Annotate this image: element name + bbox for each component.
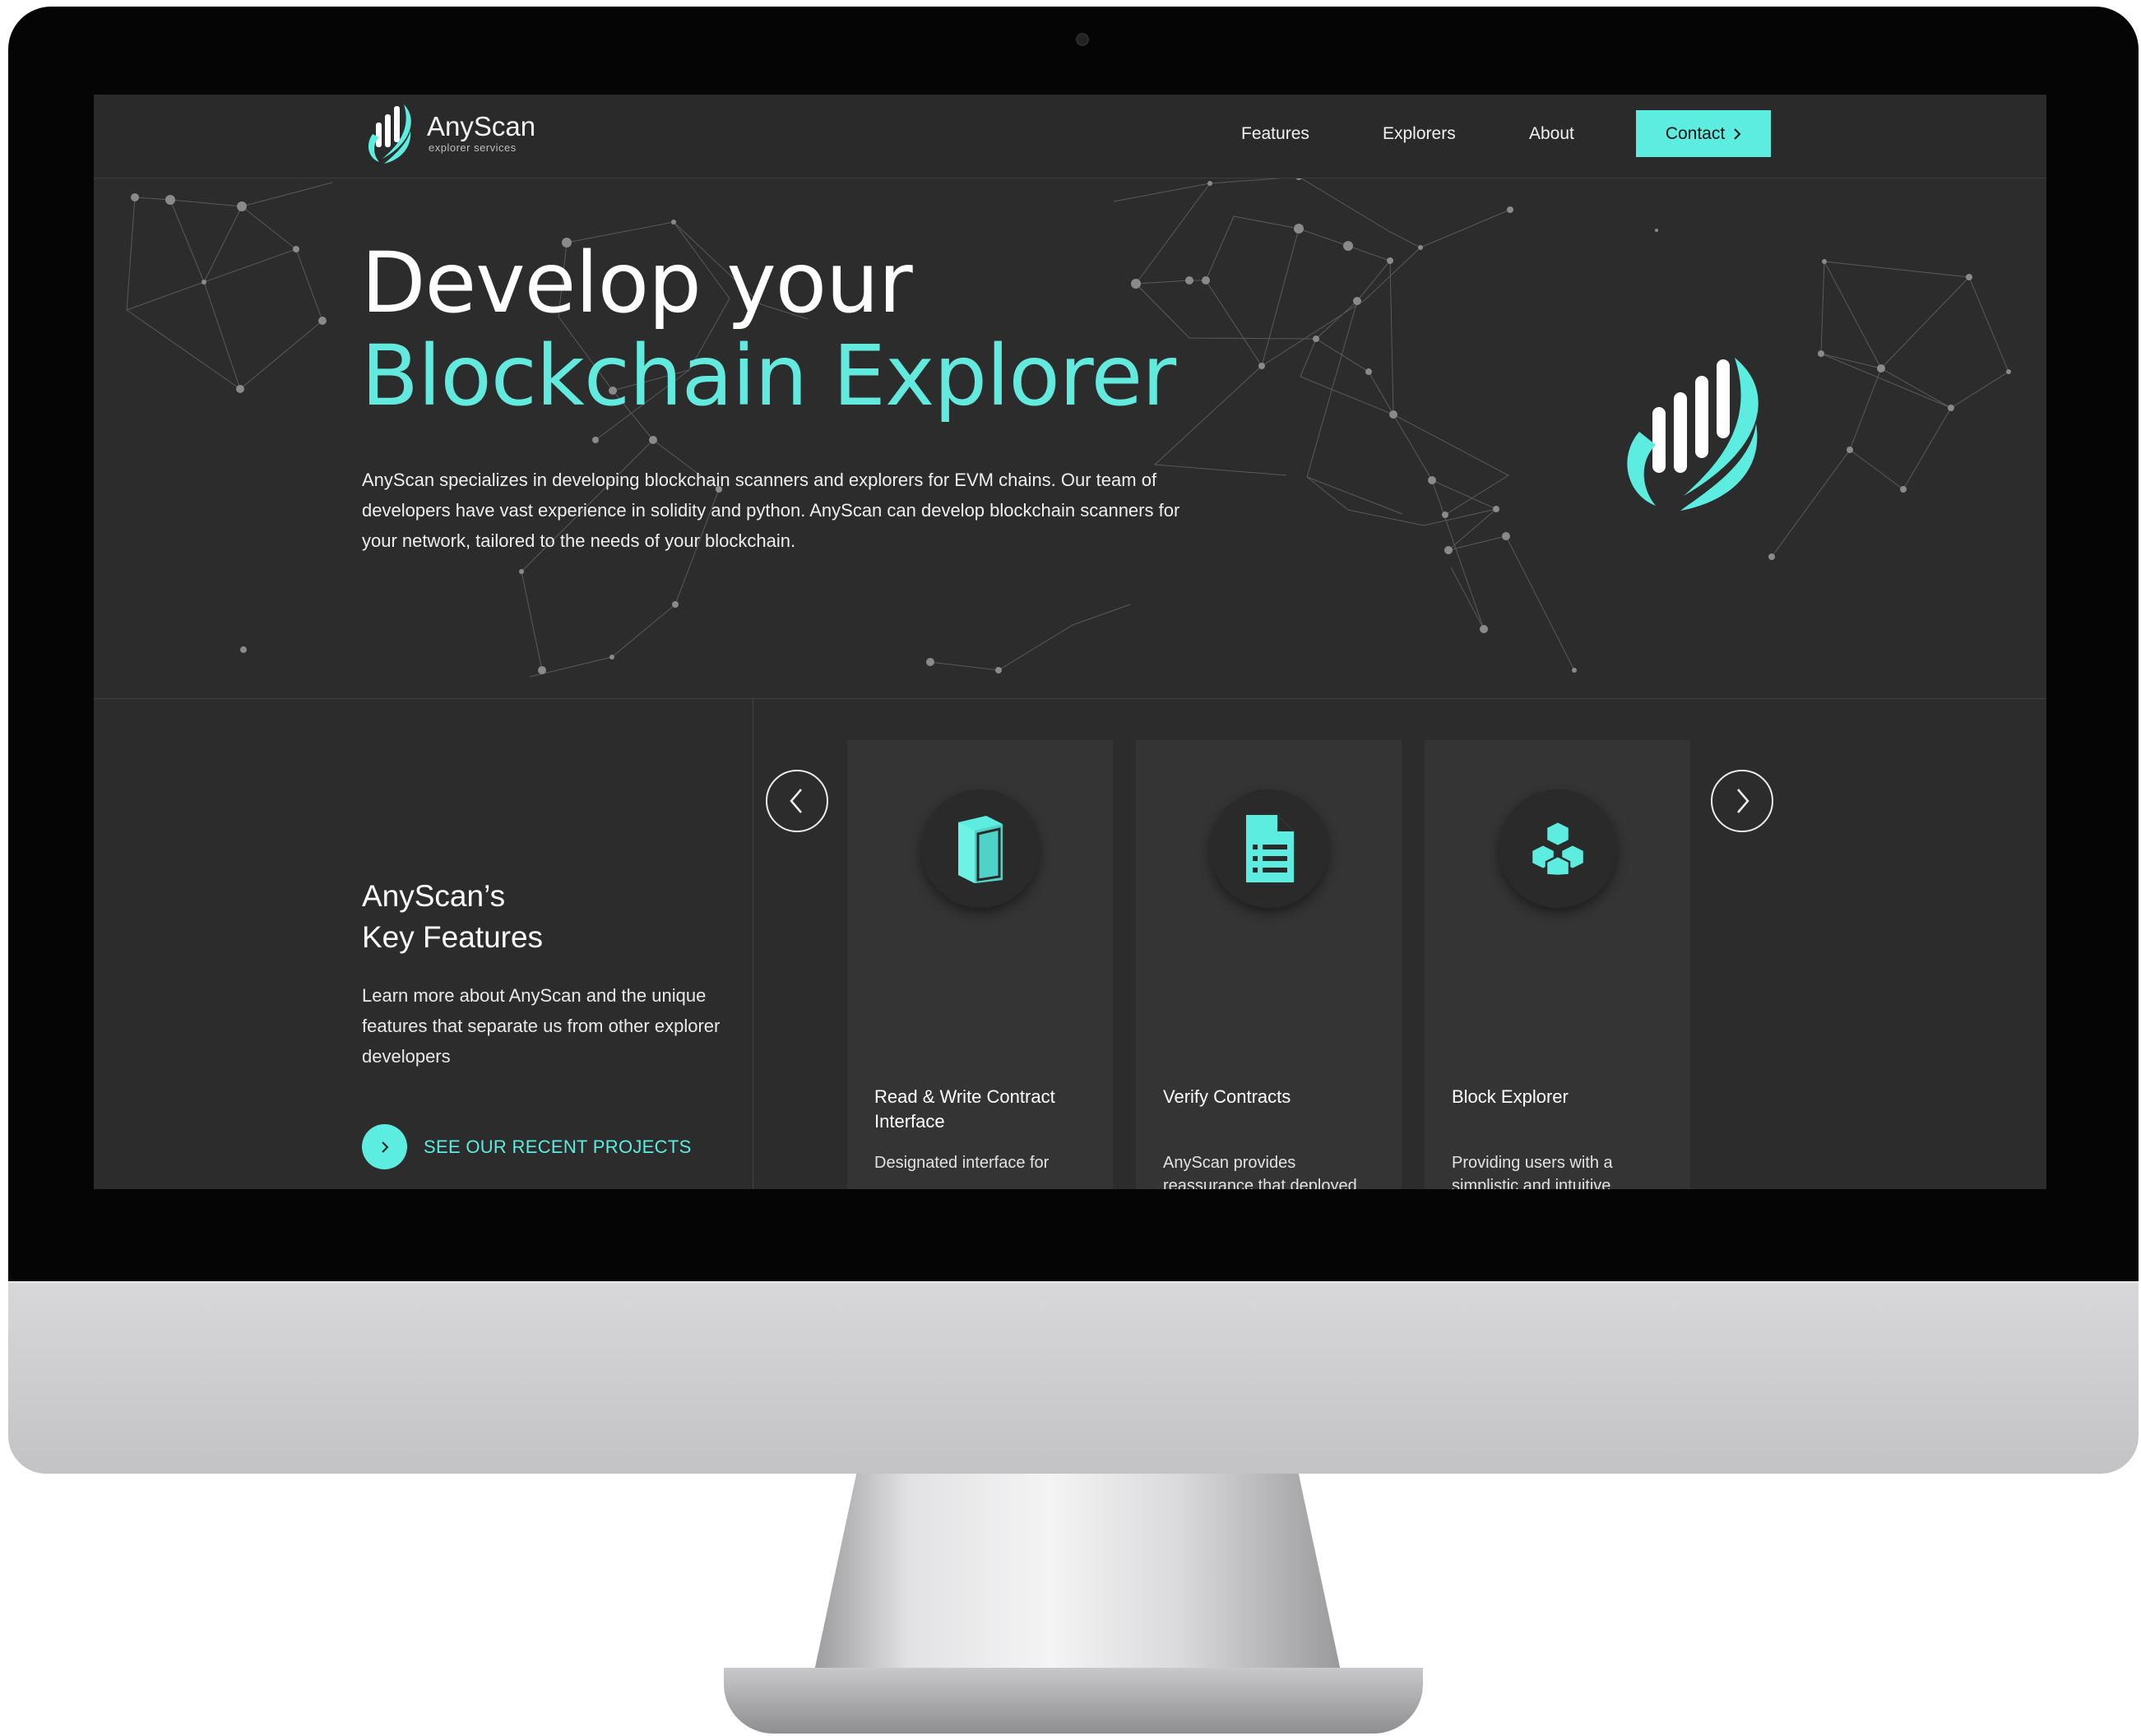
monitor-chin (8, 1281, 2139, 1474)
card-title: Verify Contracts (1163, 1086, 1291, 1107)
anyscan-hero-logo-icon (1627, 358, 1759, 511)
carousel-prev-button[interactable] (766, 770, 828, 832)
monitor-stand (814, 1474, 1341, 1671)
carousel-next-button[interactable] (1711, 770, 1773, 832)
features-description: Learn more about AnyScan and the unique … (362, 985, 721, 1067)
chevron-right-icon (381, 1141, 388, 1153)
anyscan-logo-icon (368, 104, 411, 164)
top-navbar: AnyScan explorer services Features Explo… (94, 95, 2046, 178)
document-list-icon (1246, 815, 1294, 882)
brand-tagline: explorer services (429, 141, 517, 154)
website-screen: AnyScan explorer services Features Explo… (94, 95, 2046, 1189)
hero-title-line-2: Blockchain Explorer (361, 327, 1176, 425)
card-icon-circle (921, 789, 1040, 908)
hero-title-line-1: Develop your (361, 234, 913, 332)
chevron-right-icon (1734, 127, 1741, 140)
contact-button[interactable]: Contact (1636, 110, 1771, 157)
book-icon (958, 816, 1003, 883)
card-text: Designated interface for (874, 1154, 1050, 1172)
cubes-icon (1530, 820, 1586, 877)
brand-name: AnyScan (427, 111, 536, 141)
card-text: AnyScan provides reassurance that deploy… (1163, 1154, 1357, 1189)
card-title: Block Explorer (1452, 1086, 1569, 1107)
nav-link-explorers[interactable]: Explorers (1383, 122, 1456, 146)
feature-card-read-write[interactable]: Read & Write Contract Interface Designat… (847, 740, 1113, 1189)
camera-icon (1076, 33, 1089, 46)
card-icon-circle (1210, 789, 1328, 908)
projects-arrow-button[interactable] (362, 1124, 407, 1169)
monitor-stand-base (724, 1668, 1423, 1734)
recent-projects-label[interactable]: SEE OUR RECENT PROJECTS (424, 1137, 692, 1158)
nav-link-features[interactable]: Features (1241, 122, 1309, 146)
hero-description: AnyScan specializes in developing blockc… (362, 470, 1180, 551)
card-text: Providing users with a simplistic and in… (1452, 1154, 1613, 1189)
feature-card-verify-contracts[interactable]: Verify Contracts AnyScan provides reassu… (1136, 740, 1402, 1189)
recent-projects-link[interactable]: SEE OUR RECENT PROJECTS (362, 1124, 692, 1169)
chevron-right-icon (1737, 789, 1749, 813)
anyscan-logo[interactable]: AnyScan explorer services (361, 98, 535, 169)
card-icon-circle (1499, 789, 1617, 908)
chevron-left-icon (790, 789, 802, 813)
features-title-line-2: Key Features (362, 920, 544, 954)
section-divider (94, 698, 2046, 699)
card-title: Read & Write Contract Interface (874, 1086, 1055, 1132)
contact-button-label: Contact (1665, 123, 1726, 143)
nav-link-about[interactable]: About (1529, 122, 1574, 146)
features-title-line-1: AnyScan’s (362, 879, 506, 913)
features-title: AnyScan’s Key Features (362, 876, 543, 958)
feature-card-block-explorer[interactable]: Block Explorer Providing users with a si… (1425, 740, 1690, 1189)
